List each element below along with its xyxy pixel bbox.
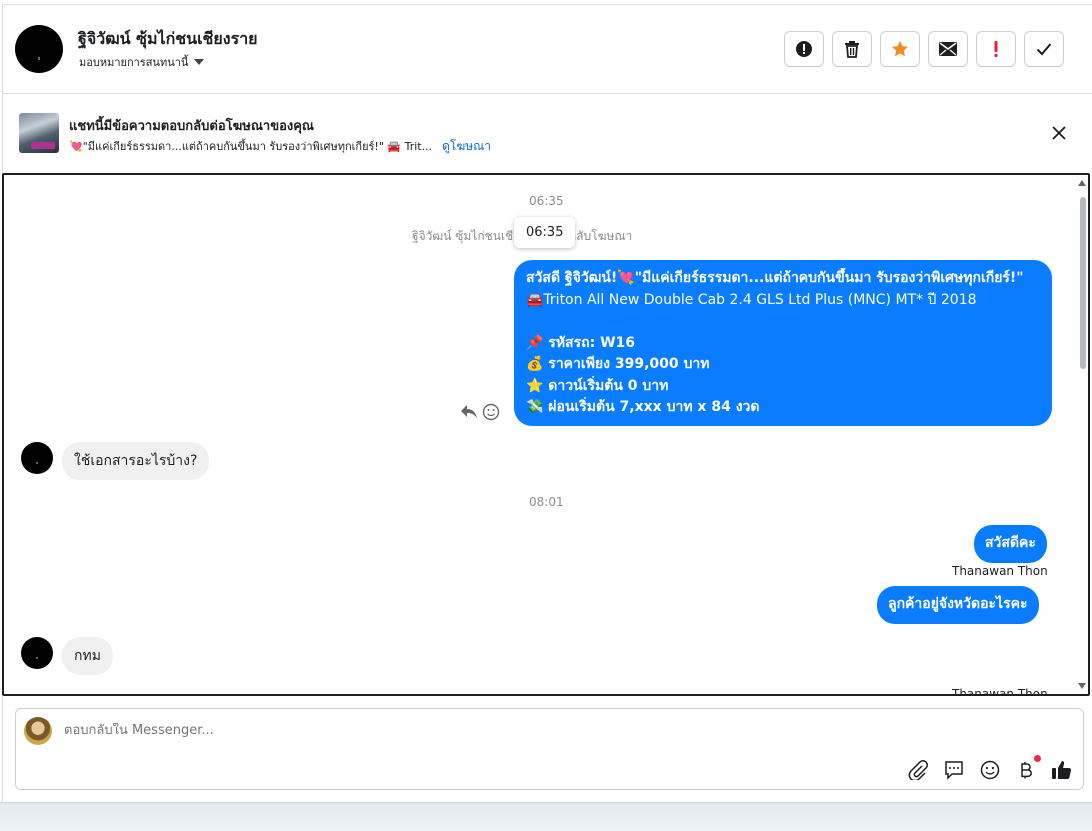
caret-down-icon xyxy=(194,59,205,65)
payment-button[interactable] xyxy=(1015,755,1041,781)
delete-button[interactable] xyxy=(832,31,872,67)
reply-composer xyxy=(15,708,1084,790)
page-avatar xyxy=(24,717,52,745)
incoming-message[interactable]: ใช้เอกสารอะไรบ้าง? xyxy=(62,442,210,480)
emoji-button[interactable] xyxy=(979,759,1001,781)
message-hover-actions xyxy=(460,403,500,421)
reply-icon[interactable] xyxy=(460,404,478,420)
like-button[interactable] xyxy=(1051,759,1073,781)
conversation-header: ฐิจิวัฒน์ ซุ้มไก่ชนเชียงราย มอบหมายการสน… xyxy=(3,5,1092,94)
saved-reply-icon xyxy=(945,761,963,780)
ad-reply-banner: แชทนี้มีข้อความตอบกลับต่อโฆษณาของคุณ 💘"ม… xyxy=(3,95,1092,173)
ad-thumbnail[interactable] xyxy=(19,113,59,153)
window-bottom-bar xyxy=(0,802,1092,831)
check-icon xyxy=(1036,43,1052,56)
important-icon xyxy=(994,41,998,57)
scroll-thumb[interactable] xyxy=(1080,197,1086,369)
ad-message-line: สวัสดี ฐิจิวัฒน์!💘"มีแค่เกียร์ธรรมดา...แ… xyxy=(526,270,1024,286)
outgoing-message[interactable]: สวัสดีคะ xyxy=(974,525,1047,563)
ad-message-line: 🚘Triton All New Double Cab 2.4 GLS Ltd P… xyxy=(526,291,977,308)
composer-tools xyxy=(907,755,1073,781)
assign-label: มอบหมายการสนทนานี้ xyxy=(79,56,189,69)
close-icon xyxy=(1052,126,1066,140)
attach-icon xyxy=(908,760,928,780)
message-thread[interactable]: 06:35 ฐิจิวัฒน์ ซุ้มไก่ชนเชียงรายตอบกลับ… xyxy=(2,173,1090,696)
timestamp: 08:01 xyxy=(529,495,564,509)
incoming-message[interactable]: กทม xyxy=(62,637,113,675)
contact-avatar-small[interactable] xyxy=(21,637,53,669)
mail-icon xyxy=(939,42,957,56)
ad-caption: 💘"มีแค่เกียร์ธรรมดา...แต่ถ้าคบกันขึ้นมา … xyxy=(69,140,433,153)
star-icon xyxy=(892,41,908,57)
scroll-up-icon[interactable] xyxy=(1078,180,1086,186)
report-button[interactable] xyxy=(784,31,824,67)
ad-message-line: 📌 รหัสรถ: W16 xyxy=(526,334,635,351)
notification-dot xyxy=(1034,755,1041,762)
timestamp-tooltip: 06:35 xyxy=(514,217,576,248)
thumbs-up-icon xyxy=(1052,761,1072,780)
ad-message-bubble[interactable]: สวัสดี ฐิจิวัฒน์!💘"มีแค่เกียร์ธรรมดา...แ… xyxy=(514,260,1052,426)
emoji-reaction-icon[interactable] xyxy=(482,403,500,421)
mark-important-button[interactable] xyxy=(976,31,1016,67)
contact-name[interactable]: ฐิจิวัฒน์ ซุ้มไก่ชนเชียงราย xyxy=(78,27,258,52)
report-icon xyxy=(796,41,812,57)
contact-avatar-small[interactable] xyxy=(21,442,53,474)
ad-message-line xyxy=(526,311,1040,333)
mark-unread-button[interactable] xyxy=(928,31,968,67)
view-ad-link[interactable]: ดูโฆษณา xyxy=(442,137,491,156)
close-banner-button[interactable] xyxy=(1047,121,1071,145)
inbox-conversation-view: ฐิจิวัฒน์ ซุ้มไก่ชนเชียงราย มอบหมายการสน… xyxy=(0,0,1092,831)
timestamp: 06:35 xyxy=(529,194,564,208)
contact-avatar[interactable] xyxy=(15,25,63,73)
sender-name: Thanawan Thon xyxy=(952,564,1048,578)
outgoing-message[interactable]: ลูกค้าอยู่จังหวัดอะไรคะ xyxy=(877,586,1039,624)
ad-message-line: ⭐ ดาวน์เริ่มต้น 0 บาท xyxy=(526,377,669,394)
reply-input[interactable] xyxy=(64,723,964,738)
scroll-down-icon[interactable] xyxy=(1078,683,1086,689)
emoji-icon xyxy=(980,760,1000,780)
thread-scrollbar[interactable] xyxy=(1076,175,1088,694)
assign-conversation-dropdown[interactable]: มอบหมายการสนทนานี้ xyxy=(79,53,205,71)
ad-message-line: 💰 ราคาเพียง 399,000 บาท xyxy=(526,356,710,372)
star-button[interactable] xyxy=(880,31,920,67)
header-actions xyxy=(784,31,1064,67)
baht-icon xyxy=(1021,762,1032,779)
mark-done-button[interactable] xyxy=(1024,31,1064,67)
sender-name: Thanawan Thon xyxy=(952,687,1048,696)
banner-subtitle-row: 💘"มีแค่เกียร์ธรรมดา...แต่ถ้าคบกันขึ้นมา … xyxy=(69,137,491,156)
saved-reply-button[interactable] xyxy=(943,759,965,781)
trash-icon xyxy=(845,41,859,58)
attach-button[interactable] xyxy=(907,759,929,781)
banner-title: แชทนี้มีข้อความตอบกลับต่อโฆษณาของคุณ xyxy=(69,119,314,134)
ad-message-line: 💸 ผ่อนเริ่มต้น 7,xxx บาท x 84 งวด xyxy=(526,399,760,415)
